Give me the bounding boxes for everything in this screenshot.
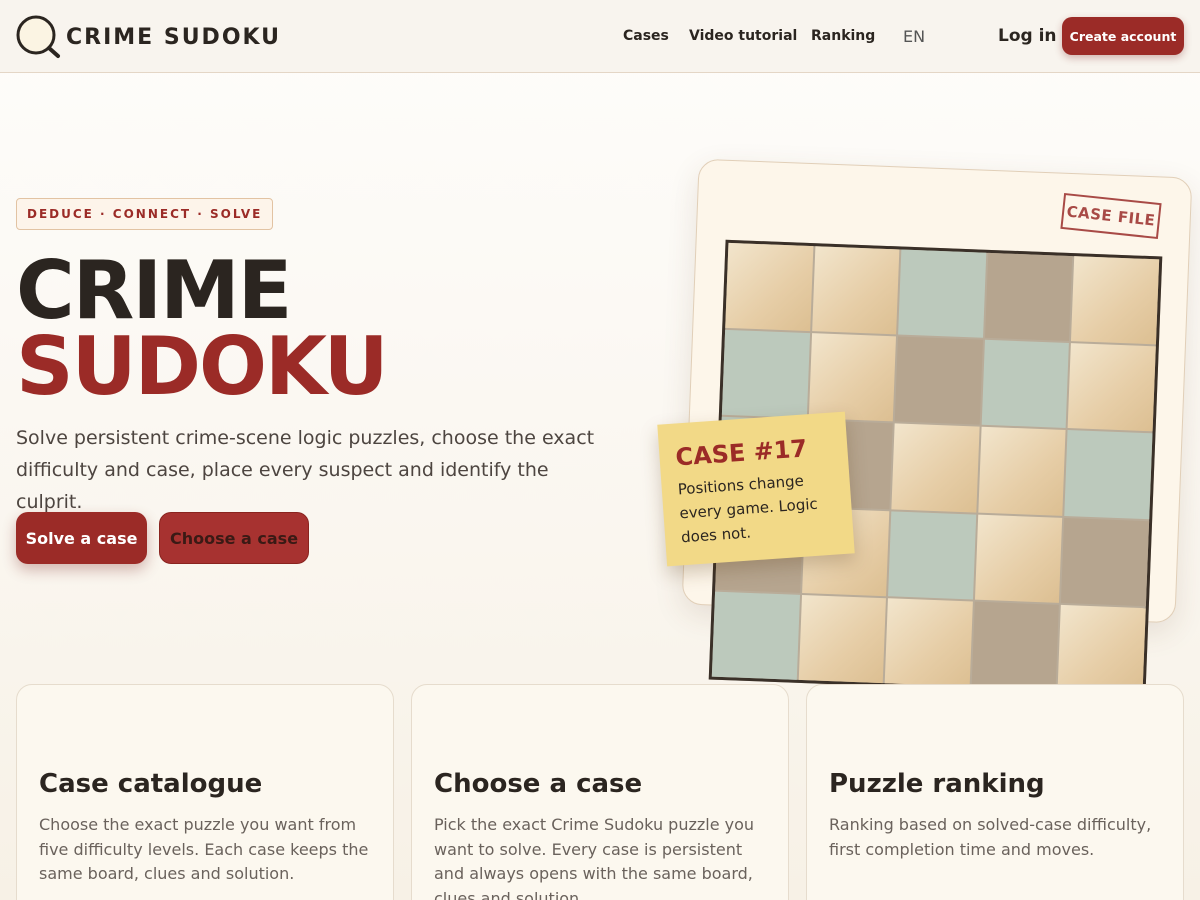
feature-card-choose[interactable]: Choose a case Pick the exact Crime Sudok…: [411, 684, 789, 900]
language-selector[interactable]: EN: [903, 27, 925, 46]
board-cell-sage: [1064, 430, 1153, 519]
feature-card-ranking[interactable]: Puzzle ranking Ranking based on solved-c…: [806, 684, 1184, 900]
note-title: CASE #17: [674, 434, 808, 472]
hero-title-line2: SUDOKU: [16, 320, 389, 413]
sticky-note: CASE #17 Positions change every game. Lo…: [657, 411, 855, 567]
solve-case-button[interactable]: Solve a case: [16, 512, 147, 564]
board-cell-sage: [888, 510, 977, 600]
magnifier-icon: [16, 15, 62, 59]
site-header: CRIME SUDOKU Cases Video tutorial Rankin…: [0, 0, 1200, 73]
create-account-button[interactable]: Create account: [1062, 17, 1184, 55]
board-cell-sage: [981, 339, 1070, 429]
board-cell-sand: [811, 246, 900, 335]
board-cell-sand: [808, 333, 897, 422]
board-cell-sand: [798, 594, 887, 684]
nav-video-tutorial[interactable]: Video tutorial: [689, 28, 797, 44]
feature-title: Case catalogue: [39, 769, 263, 799]
choose-case-button[interactable]: Choose a case: [159, 512, 309, 564]
feature-title: Choose a case: [434, 769, 643, 799]
board-cell-stone: [971, 601, 1060, 690]
board-cell-sand: [1068, 343, 1156, 432]
board-cell-sand: [884, 598, 973, 687]
board-cell-sand: [974, 514, 1063, 603]
board-cell-sage: [721, 330, 810, 419]
board-cell-sand: [1071, 256, 1160, 345]
logo-text: CRIME SUDOKU: [66, 24, 282, 50]
board-cell-sand: [891, 423, 980, 513]
board-cell-sage: [898, 249, 987, 338]
feature-card-catalogue[interactable]: Case catalogue Choose the exact puzzle y…: [16, 684, 394, 900]
feature-text: Ranking based on solved-case difficulty,…: [829, 815, 1152, 859]
board-cell-stone: [894, 336, 983, 426]
logo[interactable]: CRIME SUDOKU: [16, 15, 281, 59]
board-cell-sage: [711, 591, 800, 680]
login-link[interactable]: Log in: [998, 26, 1057, 46]
feature-text: Pick the exact Crime Sudoku puzzle you w…: [434, 815, 755, 900]
board-cell-sand: [978, 427, 1066, 516]
nav-cases[interactable]: Cases: [623, 28, 669, 44]
nav-ranking[interactable]: Ranking: [811, 28, 875, 44]
board-cell-sand: [1057, 604, 1146, 694]
feature-title: Puzzle ranking: [829, 769, 1045, 799]
feature-text: Choose the exact puzzle you want from fi…: [39, 815, 369, 883]
board-cell-stone: [984, 252, 1073, 342]
tagline-badge: DEDUCE · CONNECT · SOLVE: [16, 198, 274, 230]
board-cell-stone: [1061, 517, 1150, 606]
board-cell-sand: [725, 242, 814, 332]
note-text: Positions change every game. Logic does …: [677, 471, 819, 547]
hero-intro: Solve persistent crime-scene logic puzzl…: [16, 427, 595, 513]
